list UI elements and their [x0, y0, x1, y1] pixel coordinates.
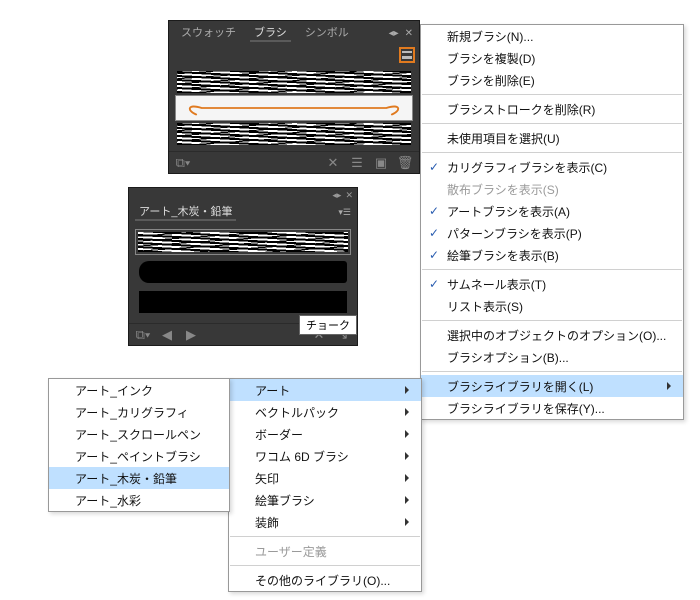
- libmenu-wacom[interactable]: ワコム 6D ブラシ: [229, 445, 421, 467]
- menu-brush-options[interactable]: ブラシオプション(B)...: [421, 346, 683, 368]
- menu-select-unused[interactable]: 未使用項目を選択(U): [421, 127, 683, 149]
- tab-brushes[interactable]: ブラシ: [250, 24, 291, 42]
- flyout-menu-button[interactable]: ▾☰: [338, 207, 351, 218]
- flyout-menu: 新規ブラシ(N)... ブラシを複製(D) ブラシを削除(E) ブラシストローク…: [420, 24, 684, 420]
- libmenu-arrow[interactable]: 矢印: [229, 467, 421, 489]
- remove-stroke-icon[interactable]: ✕: [325, 155, 341, 171]
- menu-show-calligraphic[interactable]: カリグラフィブラシを表示(C): [421, 156, 683, 178]
- library-icon[interactable]: ⧉▾: [135, 327, 151, 343]
- menu-thumbnail-view[interactable]: サムネール表示(T): [421, 273, 683, 295]
- menu-show-art[interactable]: アートブラシを表示(A): [421, 200, 683, 222]
- menu-remove-stroke[interactable]: ブラシストロークを削除(R): [421, 98, 683, 120]
- artmenu-ink[interactable]: アート_インク: [49, 379, 229, 401]
- brush-stroke-1[interactable]: [175, 69, 413, 95]
- libmenu-user[interactable]: ユーザー定義: [229, 540, 421, 562]
- options-icon[interactable]: ☰: [349, 155, 365, 171]
- close-icon[interactable]: ✕: [345, 190, 353, 201]
- panel-footer: ⧉▾ ✕ ☰ ▣ 🗑: [169, 151, 419, 173]
- brush-charcoal-1[interactable]: [135, 229, 351, 255]
- brush-stroke-3[interactable]: [175, 121, 413, 147]
- library-icon[interactable]: ⧉▾: [175, 155, 191, 171]
- brushes-panel: スウォッチ ブラシ シンボル ◂▸ ✕ ⧉▾ ✕ ☰ ▣ 🗑: [168, 20, 420, 174]
- menu-selection-options[interactable]: 選択中のオブジェクトのオプション(O)...: [421, 324, 683, 346]
- collapse-arrows-icon[interactable]: ◂▸: [389, 28, 399, 39]
- menu-show-scatter[interactable]: 散布ブラシを表示(S): [421, 178, 683, 200]
- close-icon[interactable]: ✕: [405, 28, 413, 39]
- art-submenu: アート_インク アート_カリグラフィ アート_スクロールペン アート_ペイントブ…: [48, 378, 230, 512]
- tab-swatches[interactable]: スウォッチ: [177, 24, 240, 42]
- brush-charcoal-3[interactable]: [135, 289, 351, 315]
- libmenu-other[interactable]: その他のライブラリ(O)...: [229, 569, 421, 591]
- brush-tooltip: チョーク: [299, 315, 357, 335]
- menu-delete-brush[interactable]: ブラシを削除(E): [421, 69, 683, 91]
- artmenu-charcoal[interactable]: アート_木炭・鉛筆: [49, 467, 229, 489]
- flyout-menu-button[interactable]: [399, 47, 415, 63]
- libmenu-bristle[interactable]: 絵筆ブラシ: [229, 489, 421, 511]
- panel-header: スウォッチ ブラシ シンボル ◂▸ ✕: [169, 21, 419, 45]
- prev-icon[interactable]: ◀: [159, 327, 175, 343]
- menu-duplicate-brush[interactable]: ブラシを複製(D): [421, 47, 683, 69]
- brush-charcoal-2[interactable]: [135, 259, 351, 285]
- artmenu-calligraphy[interactable]: アート_カリグラフィ: [49, 401, 229, 423]
- libmenu-art[interactable]: アート: [229, 379, 421, 401]
- menu-new-brush[interactable]: 新規ブラシ(N)...: [421, 25, 683, 47]
- artmenu-scroll[interactable]: アート_スクロールペン: [49, 423, 229, 445]
- menu-open-library[interactable]: ブラシライブラリを開く(L): [421, 375, 683, 397]
- menu-save-library[interactable]: ブラシライブラリを保存(Y)...: [421, 397, 683, 419]
- libmenu-vector[interactable]: ベクトルパック: [229, 401, 421, 423]
- artmenu-paint[interactable]: アート_ペイントブラシ: [49, 445, 229, 467]
- collapse-arrows-icon[interactable]: ◂▸: [332, 190, 341, 201]
- menu-list-view[interactable]: リスト表示(S): [421, 295, 683, 317]
- panel-body: チョーク: [129, 223, 357, 323]
- panel-title: アート_木炭・鉛筆: [135, 203, 236, 221]
- tab-symbols[interactable]: シンボル: [301, 24, 353, 42]
- menu-show-pattern[interactable]: パターンブラシを表示(P): [421, 222, 683, 244]
- next-icon[interactable]: ▶: [183, 327, 199, 343]
- delete-icon[interactable]: 🗑: [397, 155, 413, 171]
- new-brush-icon[interactable]: ▣: [373, 155, 389, 171]
- charcoal-panel: ◂▸✕ アート_木炭・鉛筆 ▾☰ チョーク ⧉▾ ◀ ▶ ✕ ↘: [128, 187, 358, 346]
- library-submenu: アート ベクトルパック ボーダー ワコム 6D ブラシ 矢印 絵筆ブラシ 装飾 …: [228, 378, 422, 592]
- libmenu-deco[interactable]: 装飾: [229, 511, 421, 533]
- menu-show-bristle[interactable]: 絵筆ブラシを表示(B): [421, 244, 683, 266]
- panel-body: [169, 63, 419, 151]
- artmenu-watercolor[interactable]: アート_水彩: [49, 489, 229, 511]
- libmenu-border[interactable]: ボーダー: [229, 423, 421, 445]
- brush-stroke-2[interactable]: [175, 95, 413, 121]
